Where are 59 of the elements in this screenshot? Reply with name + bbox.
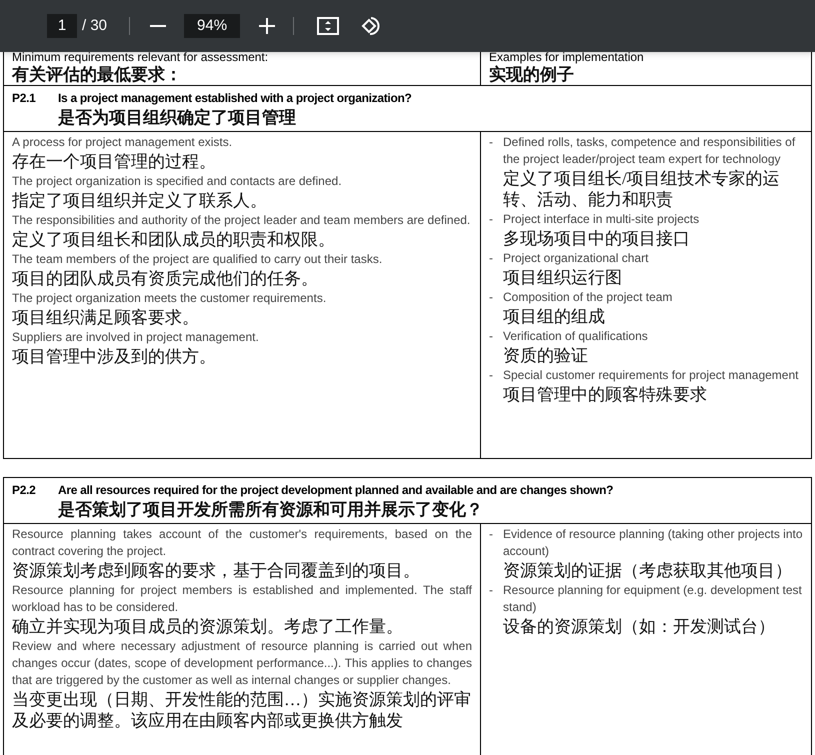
example-text: Project interface in multi-site projects (503, 211, 700, 228)
rotate-icon (360, 15, 382, 37)
question-translation: 是否策划了项目开发所需所有资源和可用并展示了变化？ (58, 499, 484, 520)
requirement-translation: 项目的团队成员有资质完成他们的任务。 (12, 268, 319, 289)
requirement-translation: 指定了项目组织并定义了联系人。 (12, 190, 268, 211)
requirement-text: The project organization is specified and contacts are defined. (12, 173, 343, 190)
list-marker: - (489, 526, 494, 543)
list-marker: - (489, 582, 494, 599)
column-heading: Examples for implementation (489, 51, 645, 64)
requirement-text: Resource planning takes account of the customer's requirements, based on the contract covering the project. (12, 526, 472, 560)
fit-page-icon (317, 17, 340, 35)
requirement-translation: 当变更出现（日期、开发性能的范围…）实施资源策划的评审及必要的调整。该应用在由顾客内部或更换供方触发 (12, 689, 472, 731)
column-heading: Minimum requirements relevant for assessment: (12, 51, 270, 64)
example-text: Special customer requirements for project management (503, 367, 800, 384)
example-text: Defined rolls, tasks, competence and responsibilities of the project leader/project team expert for technology (503, 134, 796, 168)
question-text: Is a project management established with a project organization? (58, 90, 412, 107)
example-translation: 资质的验证 (503, 345, 589, 366)
example-text: Evidence of resource planning (taking other projects into account) (503, 526, 803, 560)
example-translation: 设备的资源策划（如：开发测试台） (503, 616, 776, 637)
example-text: Resource planning for equipment (e.g. development test stand) (503, 582, 803, 616)
requirement-text: Resource planning for project members is established and implemented. The staff workload has to be considered. (12, 582, 472, 616)
requirement-text: The team members of the project are qualified to carry out their tasks. (12, 251, 384, 268)
requirement-text: The project organization meets the customer requirements. (12, 290, 328, 307)
list-marker: - (489, 289, 494, 306)
example-translation: 资源策划的证据（考虑获取其他项目） (503, 560, 793, 581)
list-marker: - (489, 250, 494, 267)
question-number: P2.2 (12, 482, 36, 499)
page-number-field[interactable]: 1 (47, 14, 77, 38)
list-marker: - (489, 211, 494, 228)
zoom-field[interactable]: 94% (184, 14, 240, 38)
example-text: Project organizational chart (503, 250, 650, 267)
column-heading-translation: 实现的例子 (489, 64, 575, 85)
requirement-translation: 项目组织满足顾客要求。 (12, 307, 200, 328)
question-text: Are all resources required for the project development planned and available and are changes shown? (58, 482, 614, 499)
requirement-text: Suppliers are involved in project management. (12, 329, 260, 346)
requirement-text: A process for project management exists. (12, 134, 234, 151)
requirement-translation: 项目管理中涉及到的供方。 (12, 346, 217, 367)
example-translation: 项目组织运行图 (503, 267, 623, 288)
requirement-translation: 确立并实现为项目成员的资源策划。考虑了工作量。 (12, 616, 404, 637)
requirement-translation: 资源策划考虑到顾客的要求，基于合同覆盖到的项目。 (12, 560, 421, 581)
example-text: Verification of qualifications (503, 328, 649, 345)
list-marker: - (489, 367, 494, 384)
requirement-text: The responsibilities and authority of the project leader and team members are defined. (12, 212, 472, 229)
minus-icon (150, 25, 166, 27)
requirement-translation: 定义了项目组长和团队成员的职责和权限。 (12, 229, 336, 250)
example-translation: 定义了项目组长/项目组技术专家的运转、活动、能力和职责 (503, 168, 781, 210)
requirement-text: Review and where necessary adjustment of resource planning is carried out when changes occur (dates, scope of development performance...). This applies to changes that are triggered by the customer as well as internal changes or supplier changes. (12, 638, 472, 689)
requirement-translation: 存在一个项目管理的过程。 (12, 151, 217, 172)
question-translation: 是否为项目组织确定了项目管理 (58, 107, 297, 128)
page-total: / 30 (82, 16, 108, 36)
example-translation: 项目组的组成 (503, 306, 606, 327)
example-translation: 项目管理中的顾客特殊要求 (503, 384, 708, 405)
question-number: P2.1 (12, 90, 36, 107)
plus-icon (259, 18, 276, 34)
list-marker: - (489, 134, 494, 151)
example-translation: 多现场项目中的项目接口 (503, 228, 691, 249)
list-marker: - (489, 328, 494, 345)
example-text: Composition of the project team (503, 289, 674, 306)
column-heading-translation: 有关评估的最低要求： (12, 64, 183, 85)
